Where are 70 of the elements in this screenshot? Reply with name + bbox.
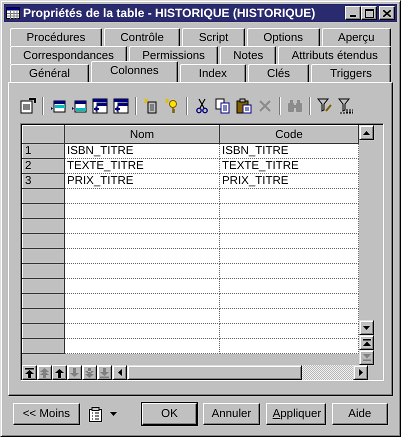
filter-icon[interactable] bbox=[338, 98, 354, 114]
table-plus-icon[interactable] bbox=[92, 98, 108, 114]
key-sparkle-icon[interactable] bbox=[164, 98, 180, 114]
row-number[interactable]: 1 bbox=[22, 144, 64, 158]
row-number[interactable]: 2 bbox=[22, 158, 64, 174]
tab[interactable]: Procédures bbox=[10, 28, 102, 46]
row-header-cell[interactable] bbox=[22, 218, 64, 234]
table-add-icon[interactable] bbox=[71, 98, 87, 114]
tab[interactable]: Options bbox=[246, 28, 320, 46]
table-swap-icon[interactable] bbox=[113, 98, 129, 114]
filter-pencil-icon[interactable] bbox=[317, 98, 333, 114]
table-cell: TEXTE_TITRE bbox=[220, 158, 358, 174]
row-header-cell[interactable] bbox=[22, 278, 64, 294]
row-header-cell[interactable] bbox=[22, 338, 64, 354]
scroll-left-icon[interactable] bbox=[112, 365, 127, 380]
tab[interactable]: Permissions bbox=[129, 46, 218, 64]
tab[interactable]: Notes bbox=[220, 46, 276, 64]
tab[interactable]: Correspondances bbox=[10, 46, 128, 64]
paste-icon[interactable] bbox=[236, 98, 252, 114]
table-cell: PRIX_TITRE bbox=[64, 174, 220, 188]
scroll-down-icon[interactable] bbox=[359, 320, 374, 335]
window-title: Propriétés de la table - HISTORIQUE (HISTORIQUE) bbox=[23, 6, 316, 20]
scissors-icon[interactable] bbox=[194, 98, 210, 114]
close-icon bbox=[383, 10, 391, 16]
tab[interactable]: Triggers bbox=[311, 64, 391, 82]
scroll-up-icon[interactable] bbox=[359, 125, 374, 140]
list-icon[interactable] bbox=[88, 406, 102, 422]
vertical-scrollbar[interactable] bbox=[359, 125, 374, 365]
horizontal-scrollbar[interactable] bbox=[112, 365, 368, 380]
table-cell: PRIX_TITRE bbox=[220, 174, 358, 188]
dialog-button[interactable]: Annuler bbox=[203, 403, 260, 425]
row-header-cell[interactable] bbox=[22, 264, 64, 278]
minimize-button[interactable] bbox=[345, 6, 361, 20]
row-header-cell[interactable] bbox=[22, 234, 64, 248]
table-insert-icon[interactable] bbox=[50, 98, 66, 114]
table-icon bbox=[6, 7, 20, 19]
dialog-button[interactable]: << Moins bbox=[13, 403, 80, 425]
tab[interactable]: Colonnes bbox=[91, 61, 178, 82]
table-cell: ISBN_TITRE bbox=[64, 144, 220, 158]
tab[interactable]: Clés bbox=[248, 64, 310, 82]
tab[interactable]: Attributs étendus bbox=[278, 46, 392, 64]
properties-icon[interactable] bbox=[20, 98, 36, 114]
column-header[interactable]: Nom bbox=[64, 126, 220, 144]
table-cell: ISBN_TITRE bbox=[220, 144, 358, 158]
tab[interactable]: Aperçu bbox=[322, 28, 391, 46]
scroll-top-icon[interactable] bbox=[359, 335, 374, 350]
dialog-button[interactable]: OK bbox=[142, 403, 198, 425]
tab[interactable]: Index bbox=[180, 64, 246, 82]
row-header-cell[interactable] bbox=[22, 204, 64, 218]
row-header-cell[interactable] bbox=[22, 308, 64, 324]
tab[interactable]: Script bbox=[182, 28, 245, 46]
tab[interactable]: Contrôle bbox=[104, 28, 180, 46]
row-header-cell[interactable] bbox=[22, 188, 64, 204]
copy-icon[interactable] bbox=[215, 98, 231, 114]
dialog-button[interactable]: Appliquer bbox=[266, 403, 326, 425]
document-sparkle-icon[interactable] bbox=[143, 98, 159, 114]
table-cell: TEXTE_TITRE bbox=[64, 158, 220, 174]
tab[interactable]: Général bbox=[10, 64, 90, 82]
maximize-button[interactable] bbox=[361, 6, 377, 20]
close-button[interactable] bbox=[379, 6, 395, 20]
row-header-cell[interactable] bbox=[22, 324, 64, 338]
row-header-cell[interactable] bbox=[22, 294, 64, 308]
row-number[interactable]: 3 bbox=[22, 174, 64, 188]
maximize-icon bbox=[364, 8, 374, 18]
first-row-icon[interactable] bbox=[22, 365, 37, 380]
caret-icon[interactable] bbox=[110, 412, 117, 416]
row-header-cell[interactable] bbox=[22, 248, 64, 264]
column-header[interactable]: Code bbox=[220, 126, 358, 144]
scroll-right-icon[interactable] bbox=[353, 365, 368, 380]
dialog-button[interactable]: Aide bbox=[332, 403, 388, 425]
